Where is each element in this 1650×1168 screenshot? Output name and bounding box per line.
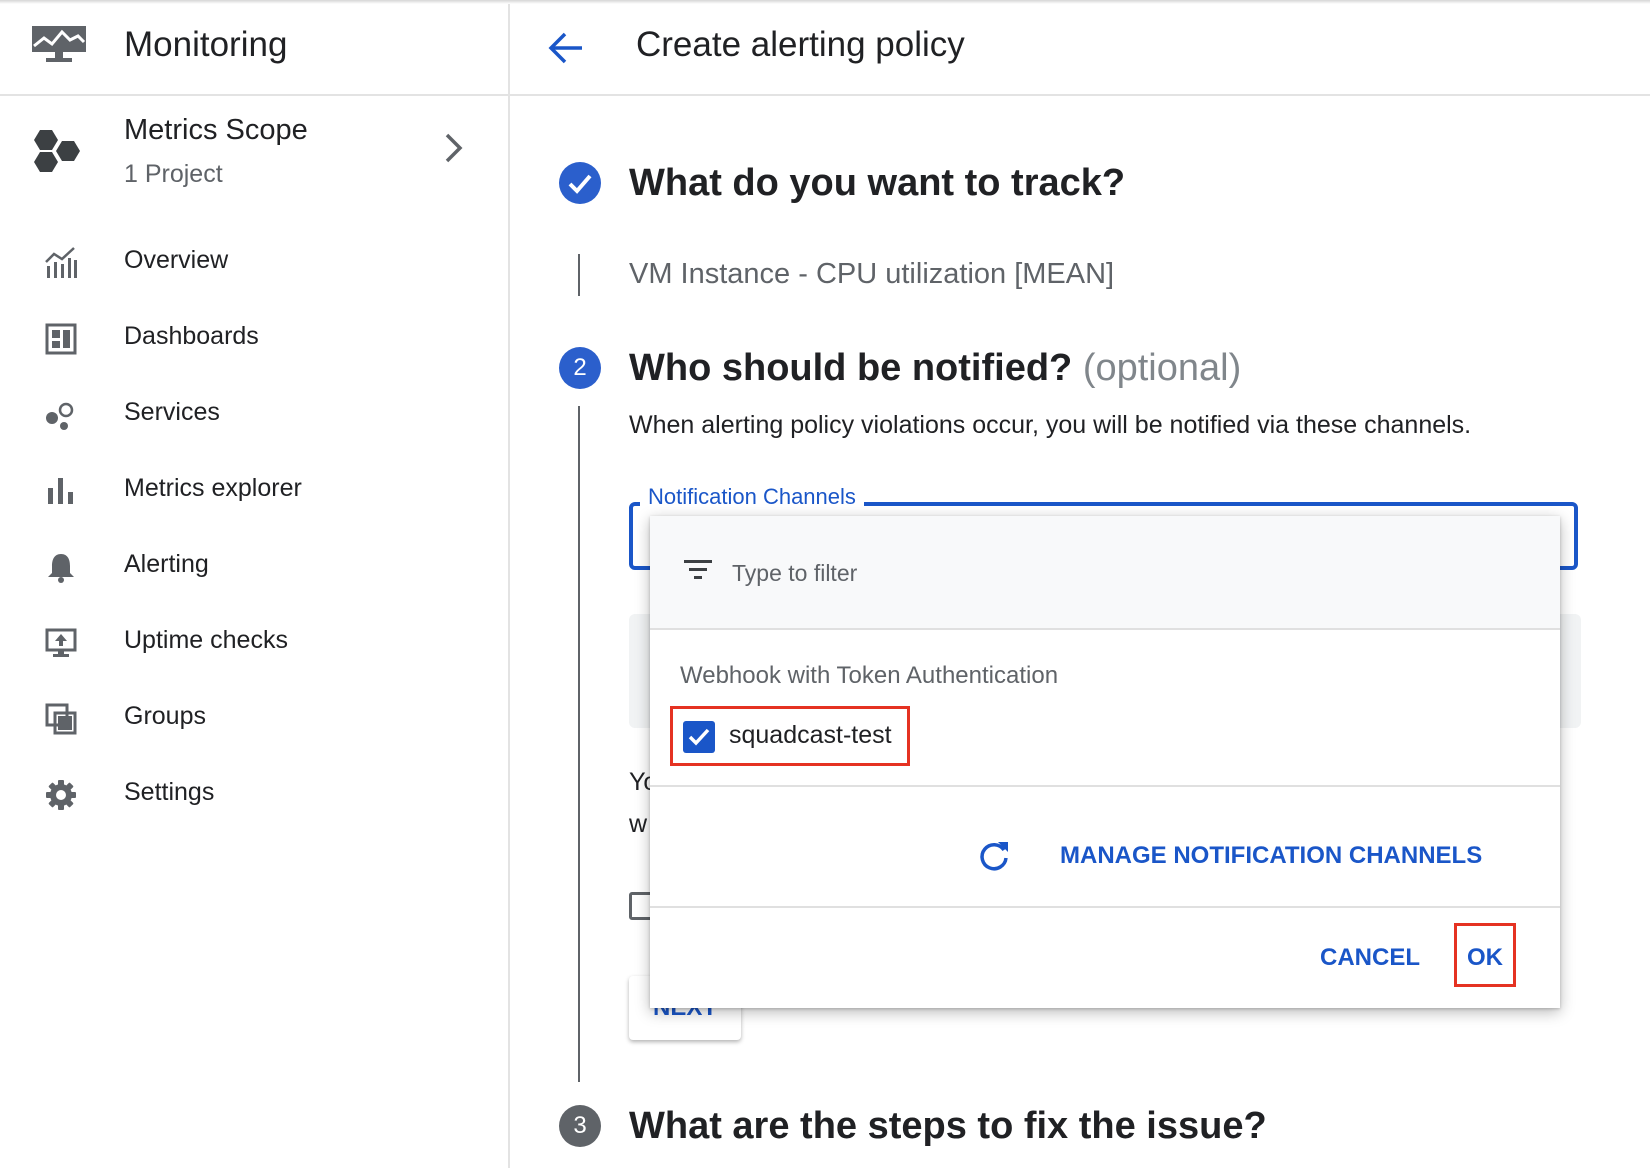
monitoring-logo-icon: [32, 26, 86, 67]
step-1-summary: VM Instance - CPU utilization [MEAN]: [629, 258, 1115, 290]
hexagons-icon: [34, 128, 86, 179]
channel-option-squadcast-test[interactable]: squadcast-test: [670, 706, 910, 766]
bar-chart-icon: [44, 474, 78, 508]
nav-label: Overview: [124, 246, 229, 274]
nav-item-groups[interactable]: Groups: [0, 678, 508, 758]
step-connector: [578, 254, 580, 296]
nav-label: Dashboards: [124, 322, 259, 350]
overview-chart-icon: [44, 246, 78, 280]
dashboard-icon: [44, 322, 78, 356]
chevron-right-icon: [444, 132, 464, 169]
checkbox-checked-icon[interactable]: [683, 721, 715, 753]
nav-item-services[interactable]: Services: [0, 374, 508, 454]
ok-button-label: OK: [1467, 944, 1503, 971]
nav-label: Services: [124, 398, 220, 426]
channel-option-label: squadcast-test: [729, 721, 892, 749]
filter-input[interactable]: [730, 554, 1334, 592]
step-connector: [578, 406, 580, 1082]
nav-label: Metrics explorer: [124, 474, 302, 502]
nav-label: Alerting: [124, 550, 209, 578]
step-3-badge: 3: [559, 1105, 601, 1147]
nav-item-dashboards[interactable]: Dashboards: [0, 298, 508, 378]
back-arrow-icon[interactable]: [546, 28, 586, 68]
ok-button[interactable]: OK: [1454, 923, 1516, 987]
bell-icon: [44, 550, 78, 584]
step-1-title: What do you want to track?: [629, 162, 1126, 204]
step-complete-check-icon: [559, 162, 601, 204]
nav-label: Uptime checks: [124, 626, 288, 654]
step-2-title-text: Who should be notified?: [629, 347, 1073, 389]
divider: [650, 906, 1560, 908]
notification-channels-dropdown: Webhook with Token Authentication squadc…: [650, 516, 1560, 1008]
nav-label: Groups: [124, 702, 206, 730]
step-3-title: What are the steps to fix the issue?: [629, 1105, 1267, 1147]
monitor-upload-icon: [44, 626, 78, 660]
step-2-badge: 2: [559, 347, 601, 389]
top-shadow: [0, 0, 1650, 4]
gear-icon: [44, 778, 78, 812]
app-title: Monitoring: [124, 25, 288, 64]
nav-label: Settings: [124, 778, 215, 806]
filter-row: [650, 516, 1560, 630]
app-header: Monitoring: [0, 0, 508, 96]
manage-notification-channels-button[interactable]: MANAGE NOTIFICATION CHANNELS: [1060, 842, 1482, 870]
page-header: Create alerting policy: [510, 0, 1650, 96]
channel-group-label: Webhook with Token Authentication: [680, 662, 1059, 689]
page-title: Create alerting policy: [636, 25, 965, 64]
scope-title: Metrics Scope: [124, 114, 308, 146]
filter-icon: [684, 558, 712, 587]
step-2-description: When alerting policy violations occur, y…: [629, 411, 1472, 439]
notification-channels-label: Notification Channels: [640, 484, 864, 510]
scope-subtitle: 1 Project: [124, 160, 223, 188]
sidebar: Monitoring Metrics Scope 1 Project Overv…: [0, 0, 510, 1168]
optional-tag: (optional): [1082, 347, 1242, 389]
nav-item-alerting[interactable]: Alerting: [0, 526, 508, 606]
cancel-button[interactable]: CANCEL: [1320, 944, 1420, 972]
nav-item-metrics-explorer[interactable]: Metrics explorer: [0, 450, 508, 530]
services-icon: [44, 398, 78, 432]
refresh-icon[interactable]: [976, 838, 1012, 874]
nav-item-uptime-checks[interactable]: Uptime checks: [0, 602, 508, 682]
nav-item-settings[interactable]: Settings: [0, 754, 508, 834]
nav-item-overview[interactable]: Overview: [0, 222, 508, 302]
metrics-scope-selector[interactable]: Metrics Scope 1 Project: [0, 96, 508, 216]
step-2-title: Who should be notified? (optional): [629, 347, 1241, 390]
background-text: w: [629, 810, 648, 838]
groups-icon: [44, 702, 78, 736]
divider: [650, 785, 1560, 787]
